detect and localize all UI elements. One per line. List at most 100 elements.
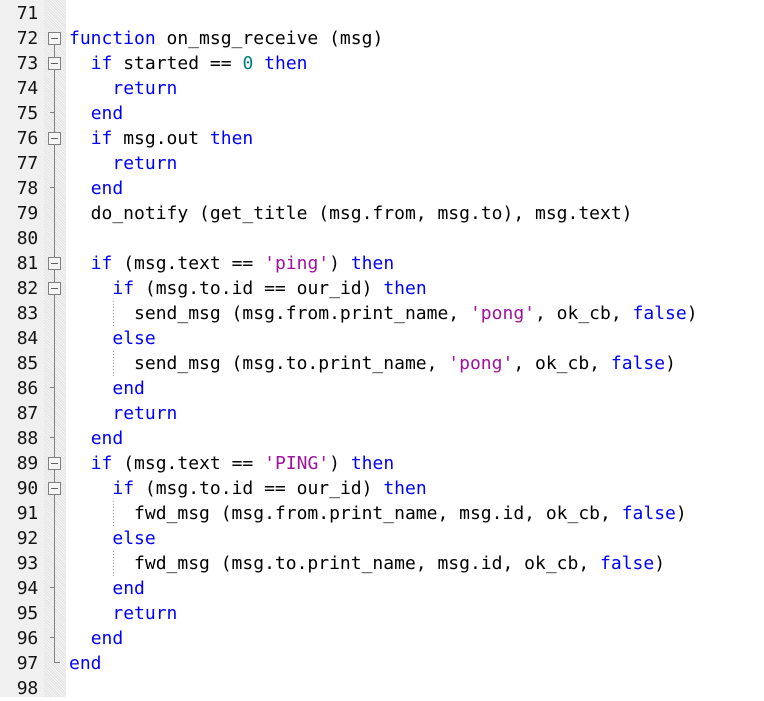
fold-connector-line xyxy=(54,350,55,375)
code-line[interactable]: function on_msg_receive (msg) xyxy=(66,26,764,51)
fold-collapse-icon[interactable] xyxy=(48,257,61,270)
code-token-id xyxy=(69,628,91,649)
line-number: 77 xyxy=(16,153,38,174)
code-line[interactable] xyxy=(66,676,764,697)
code-token-id xyxy=(69,103,91,124)
fold-collapse-icon[interactable] xyxy=(48,457,61,470)
code-line[interactable]: fwd_msg (msg.to.print_name, msg.id, ok_c… xyxy=(66,551,764,576)
line-number: 91 xyxy=(16,503,38,524)
code-line[interactable] xyxy=(66,226,764,251)
fold-collapse-icon[interactable] xyxy=(48,57,61,70)
fold-connector-line xyxy=(54,300,55,325)
line-number: 88 xyxy=(16,428,38,449)
code-line[interactable]: end xyxy=(66,626,764,651)
code-token-id xyxy=(69,478,112,499)
code-line[interactable]: if (msg.text == 'ping') then xyxy=(66,251,764,276)
code-line[interactable]: end xyxy=(66,176,764,201)
fold-row xyxy=(44,625,66,650)
fold-row[interactable] xyxy=(44,475,66,500)
code-line[interactable]: if (msg.to.id == our_id) then xyxy=(66,276,764,301)
fold-row[interactable] xyxy=(44,125,66,150)
code-token-kw: false xyxy=(632,303,687,324)
fold-row[interactable] xyxy=(44,275,66,300)
code-token-kw: then xyxy=(383,278,427,299)
line-number: 94 xyxy=(16,578,38,599)
fold-connector-line xyxy=(54,200,55,225)
code-token-kw: if xyxy=(90,453,113,474)
fold-connector-line xyxy=(54,50,55,57)
code-token-kw: end xyxy=(90,103,124,124)
fold-row[interactable] xyxy=(44,50,66,75)
code-token-id: ) xyxy=(329,453,351,474)
fold-row xyxy=(44,600,66,625)
code-token-kw: end xyxy=(90,628,124,649)
code-token-op: == xyxy=(231,453,254,474)
code-line[interactable]: end xyxy=(66,376,764,401)
code-token-id: fwd_msg (msg.from.print_name, msg.id, ok… xyxy=(69,503,622,524)
fold-end-corner xyxy=(54,662,60,663)
code-token-id xyxy=(253,453,264,474)
code-line[interactable]: return xyxy=(66,401,764,426)
line-number: 92 xyxy=(16,528,38,549)
fold-connector-line xyxy=(54,225,55,250)
indent-guide xyxy=(113,551,114,576)
code-line[interactable] xyxy=(66,1,764,26)
code-line[interactable]: else xyxy=(66,326,764,351)
code-token-id xyxy=(69,78,112,99)
code-line[interactable]: return xyxy=(66,151,764,176)
code-token-id xyxy=(69,278,112,299)
code-token-id: msg.out xyxy=(112,128,210,149)
code-text-area[interactable]: function on_msg_receive (msg) if started… xyxy=(66,0,764,697)
code-token-str: 'ping' xyxy=(264,253,330,274)
fold-connector-line xyxy=(54,475,55,482)
fold-end-tick xyxy=(50,387,55,388)
code-token-id: (msg.text xyxy=(112,453,232,474)
code-token-id: ) xyxy=(665,353,676,374)
code-token-id xyxy=(69,128,91,149)
fold-row[interactable] xyxy=(44,450,66,475)
code-token-id: ) xyxy=(654,553,666,574)
code-token-str: 'pong' xyxy=(448,353,514,374)
fold-row xyxy=(44,500,66,525)
code-line[interactable]: if (msg.text == 'PING') then xyxy=(66,451,764,476)
code-line[interactable]: end xyxy=(66,576,764,601)
fold-collapse-icon[interactable] xyxy=(48,132,61,145)
code-line[interactable]: return xyxy=(66,601,764,626)
fold-connector-line xyxy=(54,400,55,425)
code-line[interactable]: end xyxy=(66,651,764,676)
fold-row[interactable] xyxy=(44,250,66,275)
fold-row xyxy=(44,350,66,375)
fold-row xyxy=(44,200,66,225)
code-line[interactable]: if started == 0 then xyxy=(66,51,764,76)
code-token-op: == xyxy=(264,278,286,299)
code-token-str: 'PING' xyxy=(264,453,330,474)
code-line[interactable]: send_msg (msg.from.print_name, 'pong', o… xyxy=(66,301,764,326)
line-number: 75 xyxy=(16,103,38,124)
code-line[interactable]: fwd_msg (msg.from.print_name, msg.id, ok… xyxy=(66,501,764,526)
code-line[interactable]: else xyxy=(66,526,764,551)
code-line[interactable]: send_msg (msg.to.print_name, 'pong', ok_… xyxy=(66,351,764,376)
fold-row xyxy=(44,575,66,600)
line-number: 80 xyxy=(16,228,38,249)
fold-row xyxy=(44,100,66,125)
code-folding-margin[interactable] xyxy=(44,0,66,697)
line-number: 83 xyxy=(16,303,38,324)
line-number: 72 xyxy=(16,28,38,49)
code-line[interactable]: if msg.out then xyxy=(66,126,764,151)
fold-connector-line xyxy=(54,600,55,625)
line-number: 79 xyxy=(16,203,38,224)
code-line[interactable]: if (msg.to.id == our_id) then xyxy=(66,476,764,501)
code-line[interactable]: do_notify (get_title (msg.from, msg.to),… xyxy=(66,201,764,226)
line-number: 93 xyxy=(16,553,38,574)
fold-row[interactable] xyxy=(44,25,66,50)
code-token-id: (msg.to.id xyxy=(134,278,265,299)
line-number: 84 xyxy=(16,328,38,349)
fold-collapse-icon[interactable] xyxy=(48,482,61,495)
fold-collapse-icon[interactable] xyxy=(48,282,61,295)
fold-row xyxy=(44,0,66,25)
fold-collapse-icon[interactable] xyxy=(48,32,61,45)
code-editor[interactable]: 71 72 73 74 75 76 77 78 79 80 81 82 83 84 85 86 87 88 89 90… xyxy=(0,0,764,699)
code-line[interactable]: return xyxy=(66,76,764,101)
code-line[interactable]: end xyxy=(66,426,764,451)
code-line[interactable]: end xyxy=(66,101,764,126)
